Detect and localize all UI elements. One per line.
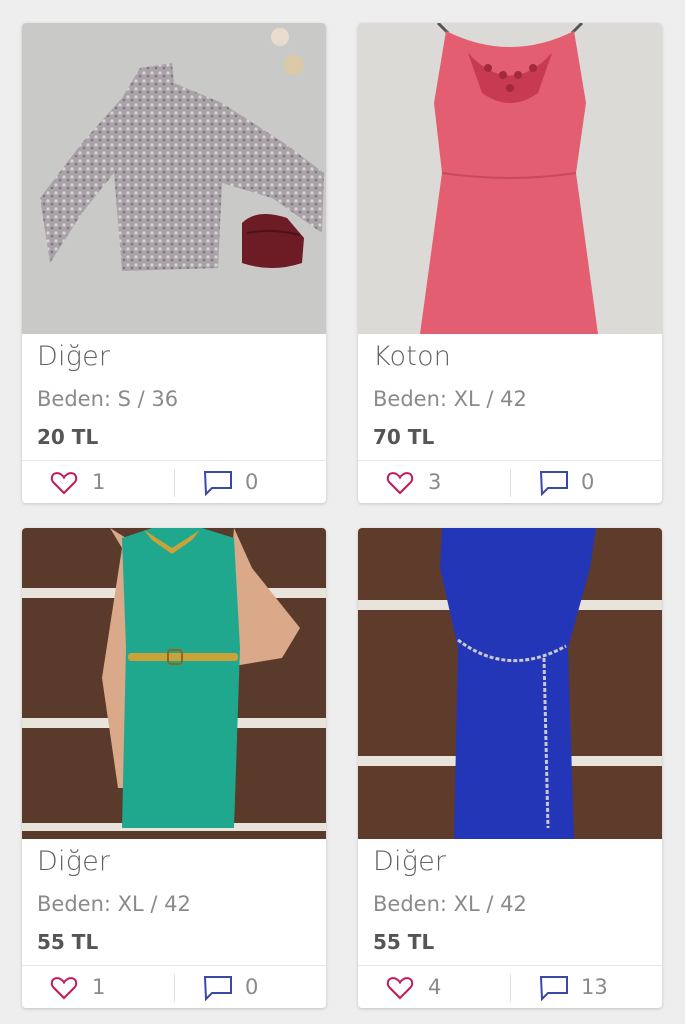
like-button[interactable]: 4 (358, 966, 510, 1008)
product-brand: Diğer (37, 846, 111, 877)
floral-sweater-image (22, 23, 326, 334)
comment-icon (539, 975, 569, 1005)
comment-icon (203, 470, 233, 500)
product-card[interactable]: Diğer Beden: XL / 42 55 TL 4 13 (358, 528, 662, 1008)
product-card[interactable]: Diğer Beden: S / 36 20 TL 1 0 (22, 23, 326, 503)
product-size: Beden: S / 36 (37, 387, 179, 411)
comment-button[interactable]: 0 (175, 966, 326, 1008)
product-photo[interactable] (358, 23, 662, 334)
heart-icon (386, 471, 414, 499)
product-size: Beden: XL / 42 (37, 892, 191, 916)
comment-count: 0 (245, 470, 259, 494)
comment-count: 0 (245, 975, 259, 999)
like-count: 4 (428, 975, 442, 999)
blue-dress-image (358, 528, 662, 839)
product-brand: Diğer (37, 341, 111, 372)
product-photo[interactable] (358, 528, 662, 839)
product-price: 20 TL (37, 425, 99, 449)
product-photo[interactable] (22, 528, 326, 839)
green-dress-image (22, 528, 326, 839)
comment-icon (539, 470, 569, 500)
card-actions: 1 0 (22, 965, 326, 1008)
product-price: 55 TL (37, 930, 99, 954)
heart-icon (386, 976, 414, 1004)
comment-icon (203, 975, 233, 1005)
product-size: Beden: XL / 42 (373, 387, 527, 411)
product-size: Beden: XL / 42 (373, 892, 527, 916)
comment-count: 0 (581, 470, 595, 494)
product-photo[interactable] (22, 23, 326, 334)
like-button[interactable]: 1 (22, 461, 174, 503)
like-count: 3 (428, 470, 442, 494)
card-actions: 3 0 (358, 460, 662, 503)
card-actions: 4 13 (358, 965, 662, 1008)
comment-button[interactable]: 13 (511, 966, 662, 1008)
like-button[interactable]: 3 (358, 461, 510, 503)
comment-button[interactable]: 0 (175, 461, 326, 503)
product-card[interactable]: Koton Beden: XL / 42 70 TL 3 0 (358, 23, 662, 503)
like-count: 1 (92, 975, 106, 999)
card-actions: 1 0 (22, 460, 326, 503)
product-card[interactable]: Diğer Beden: XL / 42 55 TL 1 0 (22, 528, 326, 1008)
heart-icon (50, 976, 78, 1004)
heart-icon (50, 471, 78, 499)
product-price: 55 TL (373, 930, 435, 954)
like-button[interactable]: 1 (22, 966, 174, 1008)
like-count: 1 (92, 470, 106, 494)
product-price: 70 TL (373, 425, 435, 449)
product-brand: Diğer (373, 846, 447, 877)
product-brand: Koton (373, 341, 452, 372)
comment-count: 13 (581, 975, 608, 999)
comment-button[interactable]: 0 (511, 461, 662, 503)
product-grid: Diğer Beden: S / 36 20 TL 1 0 Koton Bede… (0, 0, 685, 1024)
coral-dress-image (358, 23, 662, 334)
